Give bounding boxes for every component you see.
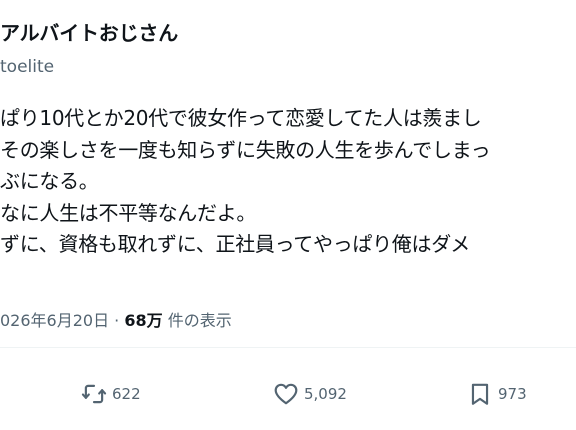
like-button[interactable]: 5,092: [272, 378, 347, 410]
author-handle[interactable]: toelite: [0, 56, 54, 78]
post-text: ぱり10代とか20代で彼女作って恋愛してた人は羨まし その楽しさを一度も知らずに…: [0, 103, 576, 261]
author-display-name[interactable]: アルバイトおじさん: [0, 20, 178, 46]
post-text-line: なに人生は不平等なんだよ。: [0, 200, 257, 225]
post-text-line: その楽しさを一度も知らずに失敗の人生を歩んでしまっ: [0, 137, 491, 162]
post-date[interactable]: 026年6月20日: [0, 311, 109, 330]
bookmark-button[interactable]: 973: [466, 378, 527, 410]
retweet-icon: [80, 380, 108, 408]
retweet-button[interactable]: 622: [80, 378, 141, 410]
views-label: 件の表示: [162, 311, 232, 330]
meta-separator: ·: [109, 311, 125, 330]
retweet-count: 622: [112, 385, 141, 403]
post-meta: 026年6月20日 · 68万 件の表示: [0, 310, 232, 332]
bookmark-count: 973: [498, 385, 527, 403]
post-detail: アルバイトおじさん toelite ぱり10代とか20代で彼女作って恋愛してた人…: [0, 0, 576, 430]
heart-icon: [272, 380, 300, 408]
like-count: 5,092: [304, 385, 347, 403]
views-count: 68万: [124, 311, 163, 330]
divider: [0, 347, 576, 348]
bookmark-icon: [466, 380, 494, 408]
post-text-line: ずに、資格も取れずに、正社員ってやっぱり俺はダメ: [0, 232, 470, 256]
post-text-line: ぱり10代とか20代で彼女作って恋愛してた人は羨まし: [0, 106, 482, 130]
post-text-line: ぶになる。: [0, 169, 99, 193]
